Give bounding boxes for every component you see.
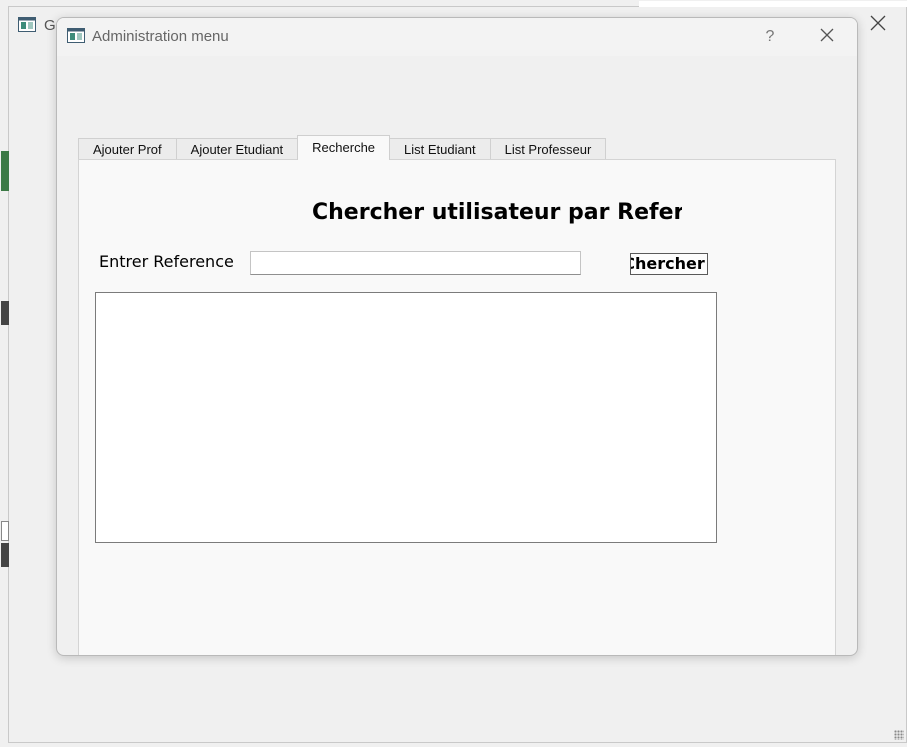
help-button[interactable]: ? <box>759 26 781 48</box>
search-button[interactable]: Chercher <box>630 253 708 275</box>
resize-grip-icon[interactable] <box>894 730 904 740</box>
administration-dialog: Administration menu ? Ajouter Prof Ajout… <box>56 17 858 656</box>
tab-ajouter-etudiant[interactable]: Ajouter Etudiant <box>175 138 299 160</box>
dialog-titlebar[interactable]: Administration menu ? <box>57 18 857 56</box>
background-input[interactable] <box>1 521 9 541</box>
app-window-icon <box>18 17 36 32</box>
tab-recherche[interactable]: Recherche <box>297 135 391 160</box>
background-dark-button-2[interactable] <box>1 543 9 567</box>
background-dark-button[interactable] <box>1 301 9 325</box>
dialog-title: Administration menu <box>92 28 229 45</box>
background-green-button[interactable] <box>1 151 9 191</box>
page-title: Chercher utilisateur par Referei <box>312 200 682 225</box>
reference-input[interactable] <box>250 251 581 275</box>
results-text-area[interactable] <box>95 292 717 543</box>
reference-label: Entrer Reference <box>99 252 234 271</box>
tab-bar: Ajouter Prof Ajouter Etudiant Recherche … <box>78 135 607 160</box>
close-icon[interactable] <box>815 26 839 48</box>
search-button-label: Chercher <box>630 254 705 273</box>
app-window-icon <box>67 28 85 43</box>
tab-list-professeur[interactable]: List Professeur <box>489 138 607 160</box>
close-icon[interactable] <box>868 15 888 35</box>
search-tab-panel: Chercher utilisateur par Referei Entrer … <box>78 159 836 655</box>
tab-list-etudiant[interactable]: List Etudiant <box>389 138 491 160</box>
tab-ajouter-prof[interactable]: Ajouter Prof <box>78 138 177 160</box>
